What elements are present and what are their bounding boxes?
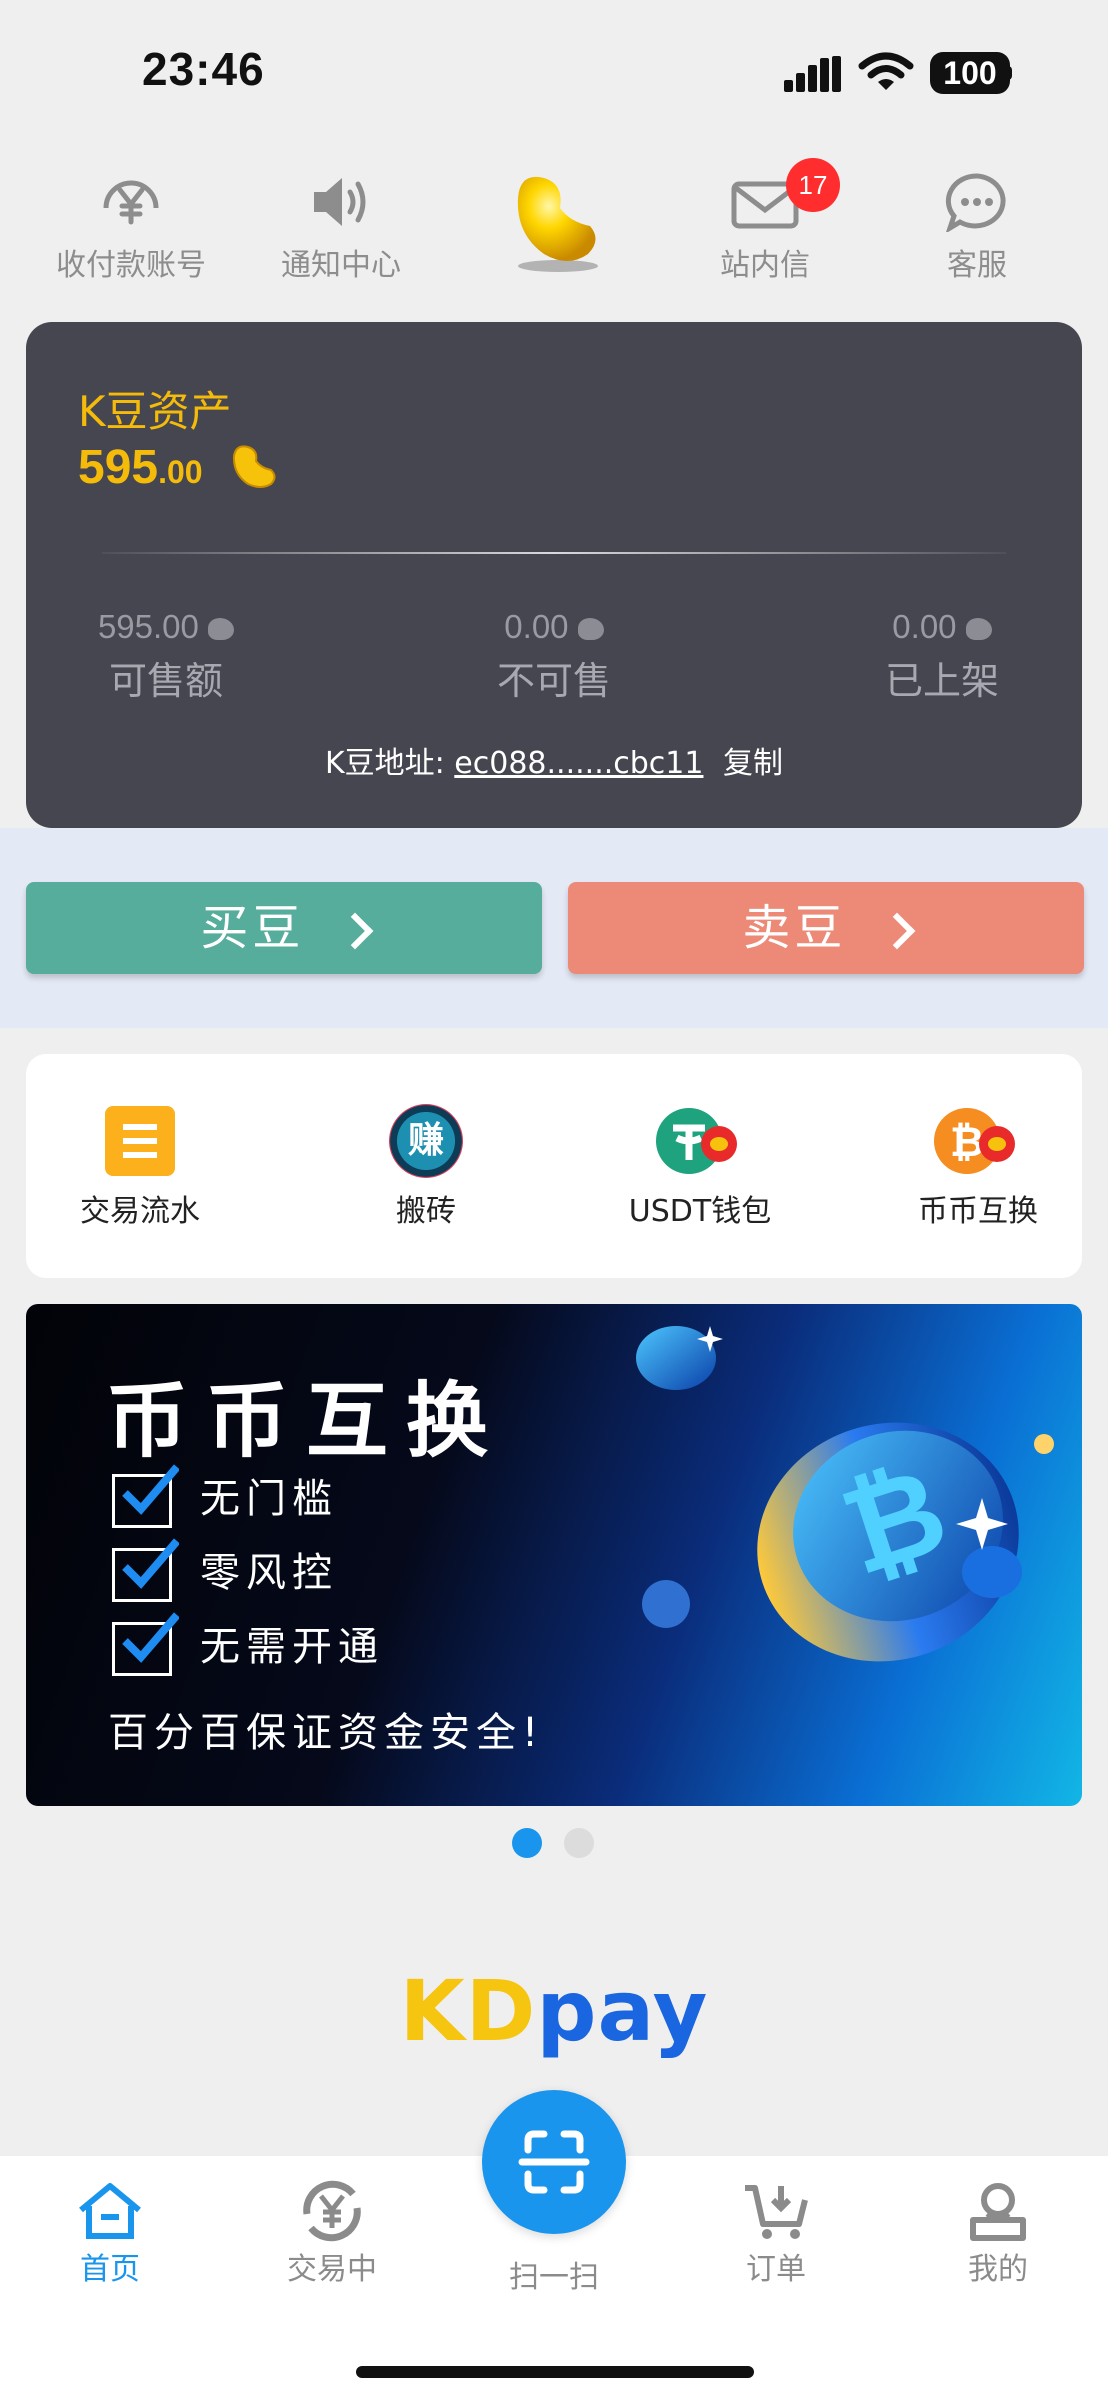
asset-card: K豆资产 595.00 595.00 可售额 0.00 不可售 0.00 已上架…: [26, 322, 1082, 828]
nav-customer-service[interactable]: 客服: [872, 172, 1082, 284]
checkbox-icon: [112, 1538, 179, 1602]
asset-amount: 595.00: [78, 440, 203, 495]
stat-value: 0.00: [504, 608, 569, 645]
tether-icon: [656, 1108, 737, 1174]
menu-label: 交易流水: [80, 1194, 200, 1229]
menu-usdt-wallet[interactable]: USDT钱包: [586, 1104, 814, 1230]
banner-feature-text: 无门槛: [200, 1476, 338, 1522]
stat-unsellable: 0.00 不可售: [464, 608, 644, 705]
nav-label: 收付款账号: [56, 248, 206, 283]
banner-title: 币币互换: [106, 1374, 507, 1469]
banner-feature: 无需开通: [112, 1612, 384, 1676]
copy-address-button[interactable]: 复制: [723, 746, 783, 781]
stat-value: 595.00: [97, 608, 199, 645]
tab-label: 订单: [746, 2252, 806, 2287]
sell-beans-button[interactable]: 卖豆: [568, 882, 1084, 974]
nav-payment-account[interactable]: 收付款账号: [26, 172, 236, 284]
bean-icon: [577, 618, 604, 641]
status-time: 23:46: [142, 43, 265, 95]
nav-label: 通知中心: [281, 248, 401, 283]
yen-icon: [103, 180, 159, 225]
inbox-unread-badge: 17: [786, 158, 840, 212]
nav-label: 站内信: [720, 248, 810, 283]
menu-coin-swap[interactable]: ₿ 币币互换: [878, 1104, 1078, 1230]
home-icon: [79, 2183, 141, 2239]
promo-banner[interactable]: 币币互换 无门槛 零风控 无需开通 百分百保证资金安全! ₿: [26, 1304, 1082, 1806]
asset-title: K豆资产: [78, 387, 232, 436]
chevron-right-icon: [336, 912, 374, 950]
home-indicator: [356, 2366, 754, 2378]
tab-scan-label[interactable]: 扫一扫: [464, 2250, 644, 2296]
speaker-icon: [314, 178, 366, 226]
asset-amount-dec: .00: [158, 454, 203, 490]
exchange-icon: [303, 2180, 361, 2242]
tab-label: 扫一扫: [509, 2260, 599, 2295]
tab-label: 首页: [80, 2252, 140, 2287]
menu-label: 搬砖: [396, 1194, 456, 1229]
menu-label: USDT钱包: [628, 1194, 772, 1229]
buy-beans-button[interactable]: 买豆: [26, 882, 542, 974]
tab-home[interactable]: 首页: [20, 2180, 200, 2288]
banner-feature: 无门槛: [112, 1464, 338, 1528]
menu-label: 币币互换: [918, 1194, 1038, 1229]
tab-label: 交易中: [287, 2252, 377, 2287]
cellular-signal-icon: [784, 56, 841, 92]
checkbox-icon: [112, 1464, 179, 1528]
bean-icon: [965, 618, 992, 641]
stat-value: 0.00: [892, 608, 957, 645]
stat-label: 可售额: [108, 659, 223, 703]
bitcoin-icon: ₿: [934, 1108, 1015, 1174]
cart-icon: [745, 2185, 808, 2239]
carousel-dot-active[interactable]: [512, 1828, 542, 1858]
bitcoin-coin-illustration: ₿: [636, 1326, 1054, 1662]
stat-listed: 0.00 已上架: [852, 608, 1032, 705]
nav-notification-center[interactable]: 通知中心: [236, 172, 446, 284]
bean-icon: [208, 618, 235, 641]
ledger-icon: [105, 1106, 175, 1176]
sell-label: 卖豆: [742, 900, 847, 956]
logo-part-pay: pay: [536, 1962, 709, 2060]
asset-amount-int: 595: [78, 441, 159, 494]
gold-bean-icon: [232, 445, 276, 488]
banner-feature: 零风控: [112, 1538, 338, 1602]
chevron-right-icon: [878, 912, 916, 950]
kdpay-logo: KDpay: [0, 1962, 1108, 2060]
profile-icon: [970, 2183, 1026, 2241]
menu-transaction-history[interactable]: 交易流水: [26, 1104, 254, 1230]
scan-icon: [518, 2130, 590, 2194]
stat-label: 不可售: [496, 659, 611, 703]
gold-bean-logo[interactable]: [498, 168, 608, 282]
banner-feature-text: 零风控: [200, 1550, 338, 1596]
gold-bean-icon: [517, 176, 598, 272]
bean-address-row: K豆地址: ec088.......cbc11 复制: [26, 738, 1082, 782]
carousel-dot[interactable]: [564, 1828, 594, 1858]
battery-tip: [1006, 66, 1012, 80]
banner-feature-text: 无需开通: [200, 1624, 384, 1670]
divider: [102, 552, 1006, 554]
svg-text:₿: ₿: [950, 1117, 984, 1166]
stat-sellable: 595.00 可售额: [76, 608, 256, 705]
nav-label: 客服: [947, 248, 1007, 283]
tab-profile[interactable]: 我的: [908, 2180, 1088, 2288]
chat-icon: [945, 173, 1006, 232]
checkbox-icon: [112, 1612, 179, 1676]
earn-icon: 赚: [389, 1104, 463, 1178]
tab-label: 我的: [968, 2252, 1028, 2287]
tab-trading[interactable]: 交易中: [242, 2180, 422, 2288]
logo-part-kd: KD: [399, 1962, 537, 2060]
stat-label: 已上架: [884, 659, 999, 703]
address-label: K豆地址:: [324, 746, 445, 781]
scan-button[interactable]: [482, 2090, 626, 2234]
wifi-icon: [858, 52, 914, 90]
address-value[interactable]: ec088.......cbc11: [454, 746, 703, 781]
battery-indicator: 100: [930, 52, 1010, 94]
banner-subtitle: 百分百保证资金安全!: [108, 1710, 545, 1756]
buy-label: 买豆: [200, 900, 305, 956]
tab-orders[interactable]: 订单: [686, 2180, 866, 2288]
menu-earn[interactable]: 赚 搬砖: [312, 1104, 540, 1230]
quick-menu: 交易流水 赚 搬砖 USDT钱包 ₿ 币币互换: [26, 1054, 1082, 1278]
